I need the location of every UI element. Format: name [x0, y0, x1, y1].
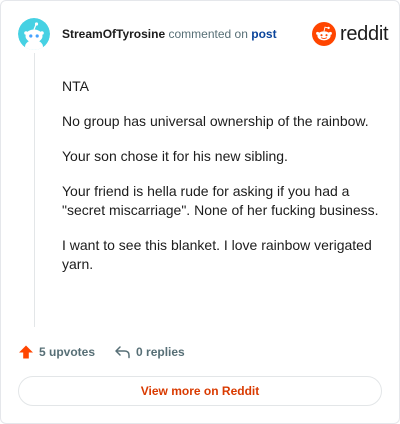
reply-arrow-icon: [115, 346, 130, 359]
snoo-avatar-icon: [18, 18, 50, 50]
thread-line: [34, 53, 35, 327]
comment-paragraph: Your son chose it for his new sibling.: [62, 148, 288, 164]
comment-body: NTA No group has universal ownership of …: [62, 77, 382, 290]
comment-paragraph: No group has universal ownership of the …: [62, 113, 369, 129]
user-avatar[interactable]: [18, 18, 50, 50]
comment-header: StreamOfTyrosine commented on post: [62, 27, 277, 41]
post-link[interactable]: post: [251, 27, 276, 41]
reddit-snoo-icon: [312, 22, 336, 46]
reply-button[interactable]: 0 replies: [114, 344, 185, 360]
reddit-wordmark: reddit: [340, 22, 389, 45]
upvote-arrow-icon: [19, 345, 33, 359]
comment-actions: 5 upvotes 0 replies: [18, 342, 185, 362]
reddit-logo[interactable]: reddit: [312, 21, 389, 47]
upvote-button[interactable]: 5 upvotes: [18, 344, 95, 360]
reply-count: 0 replies: [136, 345, 185, 359]
embedded-comment-card: StreamOfTyrosine commented on post reddi…: [0, 0, 400, 424]
commented-on-text: commented on: [168, 27, 248, 41]
view-more-on-reddit-button[interactable]: View more on Reddit: [18, 376, 382, 406]
comment-paragraph: I want to see this blanket. I love rainb…: [62, 237, 372, 272]
upvote-count: 5 upvotes: [39, 345, 96, 359]
username-link[interactable]: StreamOfTyrosine: [62, 27, 165, 41]
comment-paragraph: Your friend is hella rude for asking if …: [62, 183, 379, 218]
comment-paragraph: NTA: [62, 78, 89, 94]
